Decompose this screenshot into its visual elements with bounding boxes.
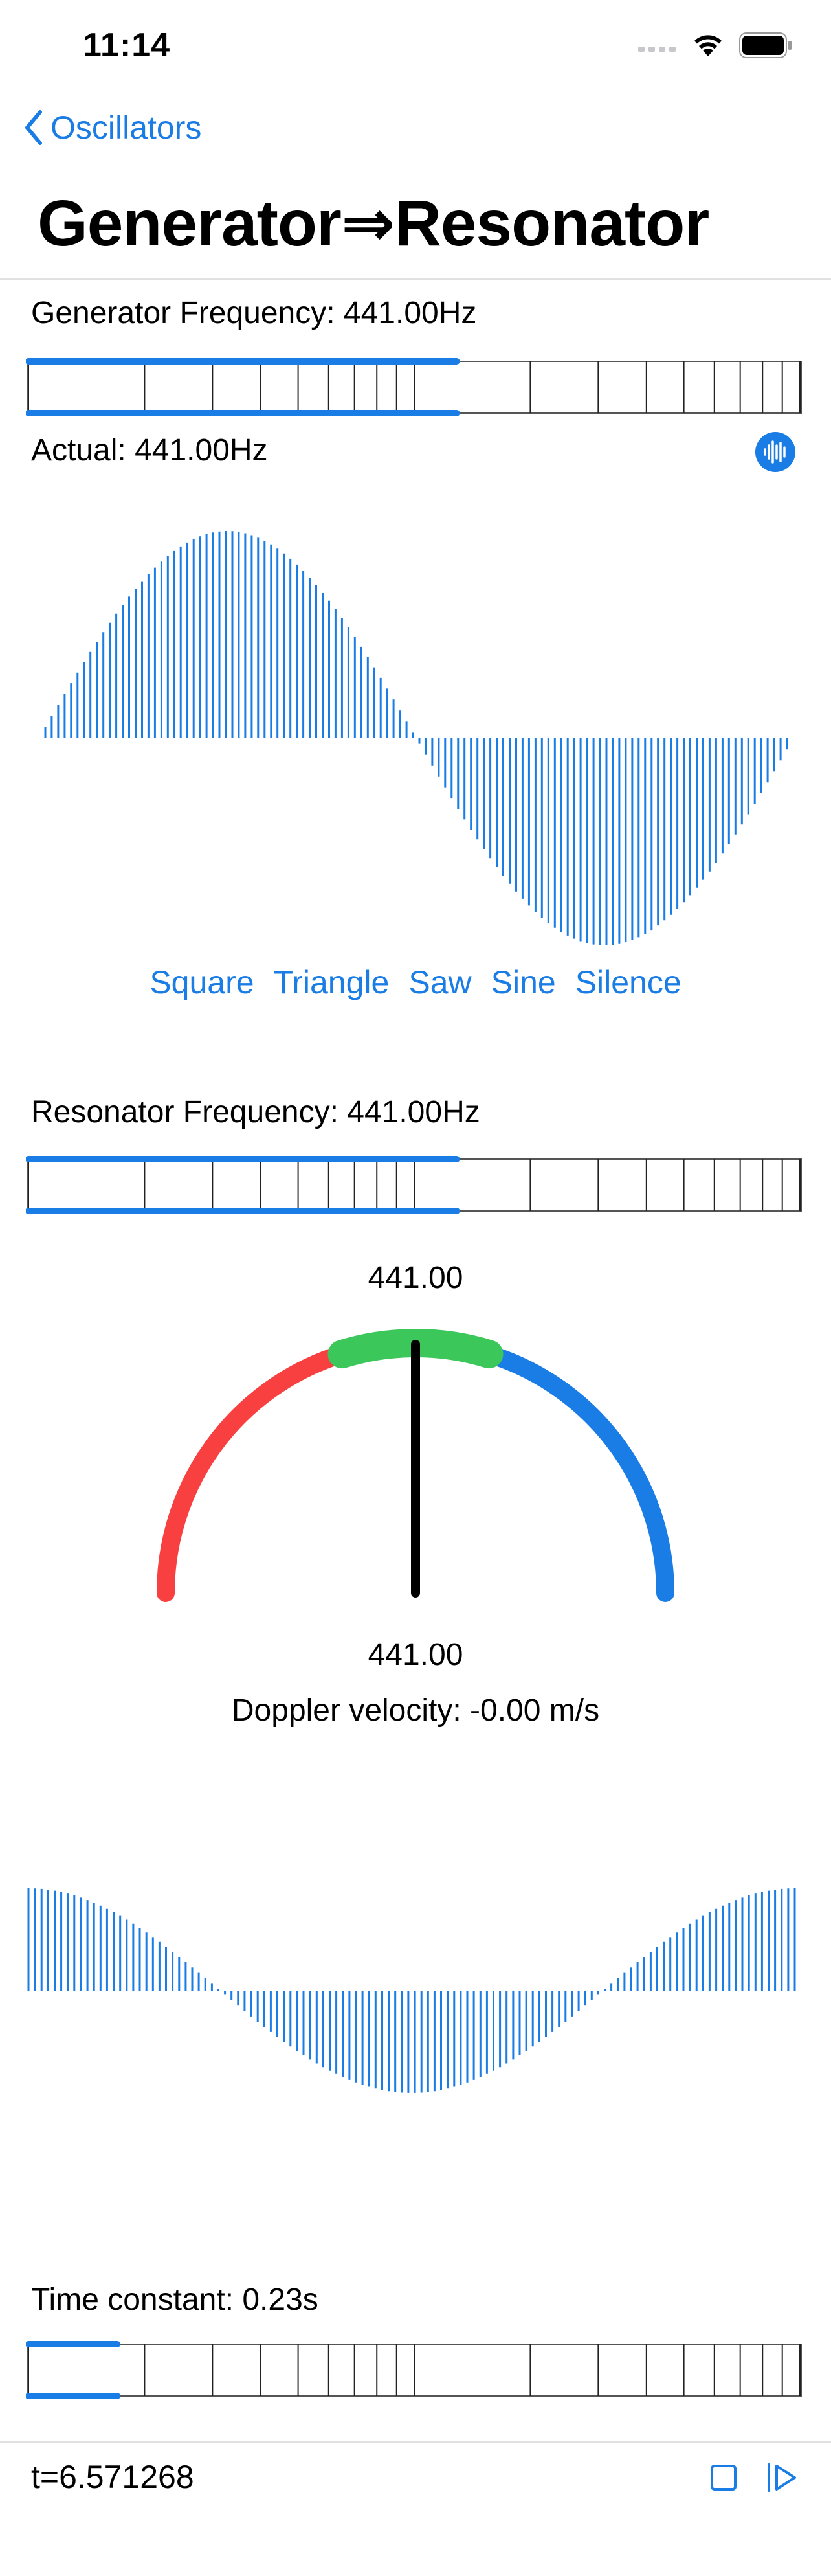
time-constant-slider-track: [25, 2341, 802, 2399]
time-constant-label: Time constant: 0.23s: [31, 2283, 318, 2317]
time-constant-slider[interactable]: [25, 2338, 803, 2402]
doppler-velocity-label: Doppler velocity: -0.00 m/s: [231, 1693, 600, 1728]
waveform-selector: Square Triangle Saw Sine Silence: [0, 964, 831, 1001]
resonator-waveform: [27, 1888, 796, 2093]
audio-toggle-button[interactable]: [755, 431, 796, 473]
step-forward-button[interactable]: [764, 2461, 803, 2496]
header-divider: [0, 278, 831, 280]
time-readout: t=6.571268: [31, 2459, 194, 2495]
stop-button[interactable]: [708, 2462, 740, 2494]
generator-waveform: [44, 531, 788, 945]
resonator-frequency-slider[interactable]: [25, 1153, 803, 1217]
waveform-icon: [755, 432, 795, 472]
resonator-frequency-label: Resonator Frequency: 441.00Hz: [31, 1095, 480, 1129]
waveform-silence-button[interactable]: Silence: [575, 964, 681, 1001]
battery-icon: [739, 32, 792, 58]
back-button[interactable]: Oscillators: [23, 109, 201, 146]
waveform-triangle-button[interactable]: Triangle: [274, 964, 390, 1001]
step-forward-icon: [768, 2463, 796, 2492]
gauge-arc-high: [483, 1346, 674, 1602]
status-time: 11:14: [83, 27, 171, 64]
back-button-label: Oscillators: [50, 109, 202, 146]
generator-slider-track: [25, 358, 802, 416]
resonator-slider-track: [25, 1156, 802, 1214]
waveform-saw-button[interactable]: Saw: [408, 964, 471, 1001]
status-icons: [638, 28, 792, 62]
waveform-square-button[interactable]: Square: [150, 964, 254, 1001]
cellular-signal-icon: [638, 47, 676, 52]
gauge-arc-low: [157, 1346, 348, 1602]
generator-frequency-slider[interactable]: [25, 355, 803, 420]
gauge-top-value: 441.00: [368, 1261, 463, 1295]
generator-frequency-label: Generator Frequency: 441.00Hz: [31, 296, 477, 330]
footer-divider: [0, 2441, 831, 2443]
stop-icon: [711, 2465, 737, 2491]
page-title: Generator⇒Resonator: [38, 187, 709, 260]
frequency-gauge: [157, 1329, 674, 1602]
chevron-left-icon: [25, 110, 42, 145]
waveform-sine-button[interactable]: Sine: [491, 964, 556, 1001]
wifi-icon: [694, 35, 722, 56]
gauge-bottom-value: 441.00: [368, 1638, 463, 1672]
generator-actual-label: Actual: 441.00Hz: [31, 433, 268, 468]
